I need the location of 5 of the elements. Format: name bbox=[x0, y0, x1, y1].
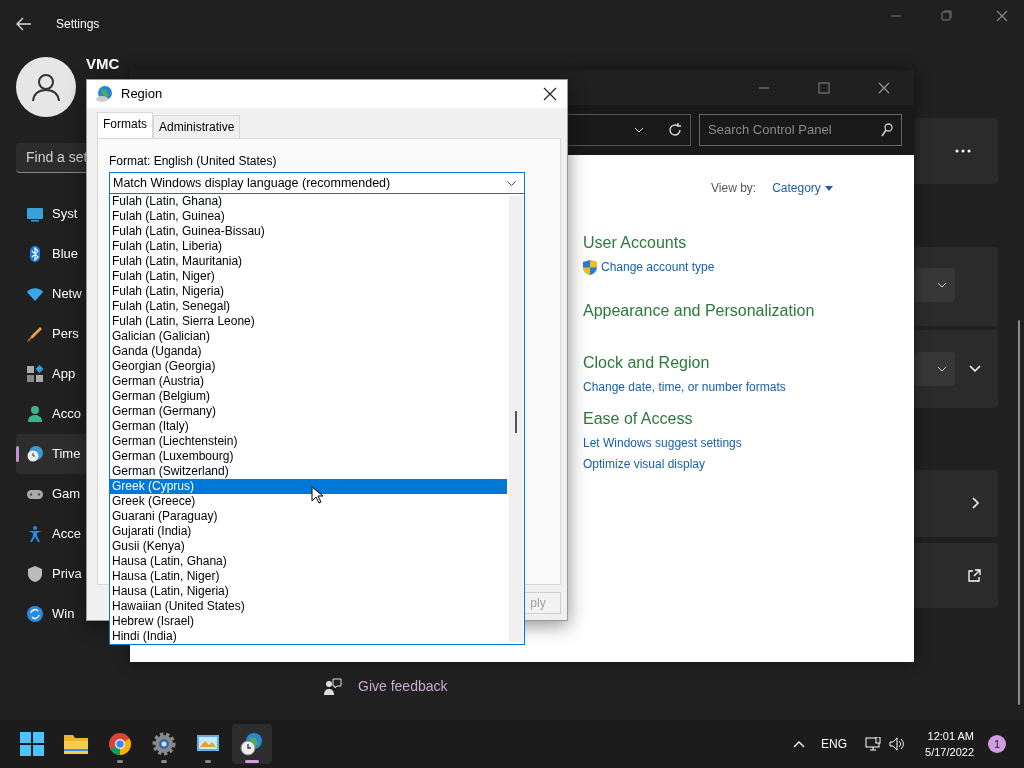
user-name: VMC bbox=[86, 54, 120, 74]
window-title: Settings bbox=[56, 16, 100, 33]
dialog-title: Region bbox=[121, 85, 163, 104]
format-label: Format: English (United States) bbox=[109, 153, 277, 170]
view-by-label: View by: bbox=[711, 180, 757, 197]
